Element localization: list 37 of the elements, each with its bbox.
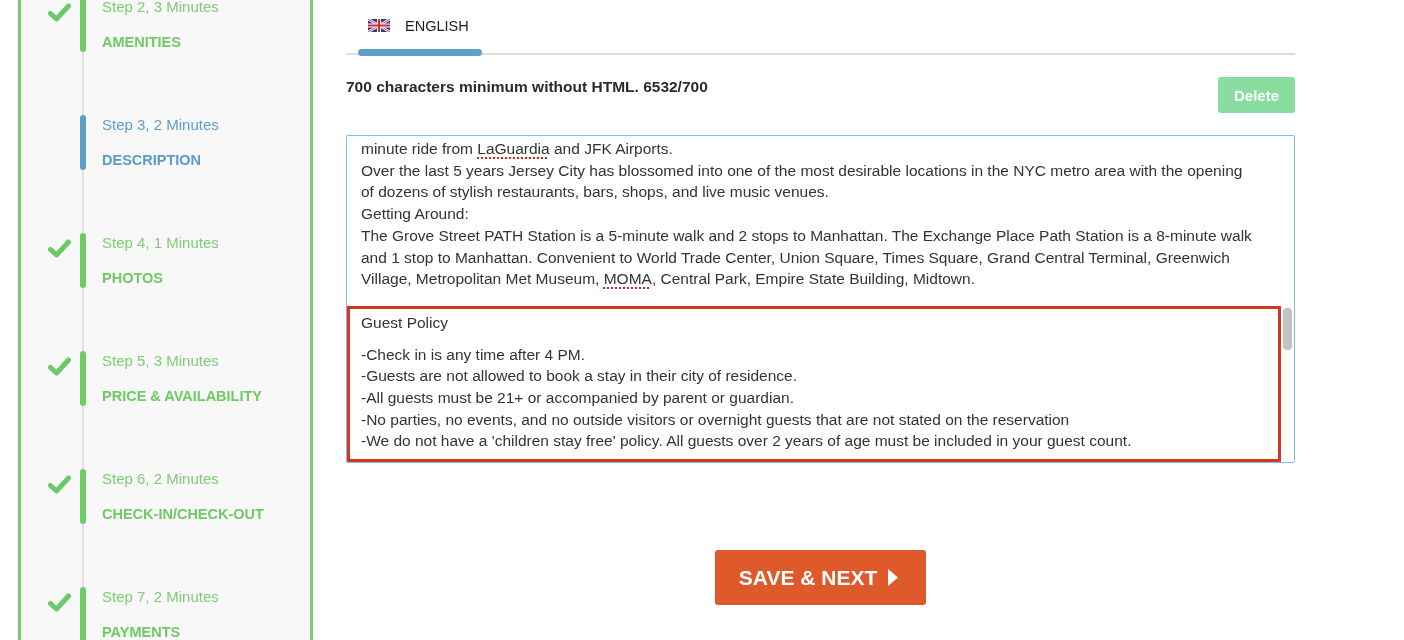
step-duration: Step 6, 2 Minutes xyxy=(102,469,219,489)
scrollbar-thumb[interactable] xyxy=(1283,308,1292,350)
step-title[interactable]: CHECK-IN/CHECK-OUT xyxy=(102,507,264,522)
text-line: of dozens of stylish restaurants, bars, shops, and live music venues. xyxy=(361,182,830,203)
caret-icon xyxy=(888,569,899,586)
description-field[interactable] xyxy=(346,135,1295,463)
step-duration: Step 2, 3 Minutes xyxy=(102,0,219,17)
text-line: -Guests are not allowed to book a stay in their city of residence. xyxy=(361,366,798,387)
text-line: -Check in is any time after 4 PM. xyxy=(361,344,586,365)
check-icon xyxy=(48,475,71,494)
step-duration: Step 4, 1 Minutes xyxy=(102,233,219,253)
language-tab[interactable]: ENGLISH xyxy=(358,0,482,56)
step-title[interactable]: AMENITIES xyxy=(102,35,181,50)
text-line: Guest Policy xyxy=(361,312,449,333)
step-duration: Step 5, 3 Minutes xyxy=(102,351,219,371)
check-icon xyxy=(48,239,71,258)
text-line: Getting Around: xyxy=(361,204,470,225)
step-title[interactable]: PHOTOS xyxy=(102,271,163,286)
check-icon xyxy=(48,593,71,612)
text-line: -All guests must be 21+ or accompanied by parent or guardian. xyxy=(361,388,795,409)
step-duration: Step 7, 2 Minutes xyxy=(102,587,219,607)
step-duration: Step 3, 2 Minutes xyxy=(102,115,219,135)
flag-icon xyxy=(368,19,390,32)
text-line: minute ride from LaGuardia and JFK Airports. xyxy=(361,139,674,159)
text-line: -No parties, no events, and no outside visitors or overnight guests that are not stated on the reservation xyxy=(361,409,1071,430)
character-count-text: 700 characters minimum without HTML. 6532/700 xyxy=(346,77,708,97)
check-icon xyxy=(48,357,71,376)
step-title[interactable]: PRICE & AVAILABILITY xyxy=(102,389,263,404)
save-next-button[interactable]: SAVE & NEXT xyxy=(714,550,927,605)
step-title[interactable]: DESCRIPTION xyxy=(102,153,202,168)
step-title[interactable]: PAYMENTS xyxy=(102,625,181,640)
text-line: The Grove Street PATH Station is a 5-minute walk and 2 stops to Manhattan. The Exchange Place Path Station is a 8-minute walk xyxy=(361,225,1253,246)
text-line: -We do not have a 'children stay free' policy. All guests over 2 years of age must be included in your guest count. xyxy=(361,431,1133,452)
text-line: Over the last 5 years Jersey City has blossomed into one of the most desirable locations in the NYC metro area with the opening xyxy=(361,160,1244,181)
text-line: and 1 stop to Manhattan. Convenient to World Trade Center, Union Square, Times Square, Grand Central Terminal, Greenwich xyxy=(361,247,1231,268)
check-icon xyxy=(48,3,71,22)
text-line: Village, Metropolitan Met Museum, MOMA, Central Park, Empire State Building, Midtown. xyxy=(361,269,976,290)
